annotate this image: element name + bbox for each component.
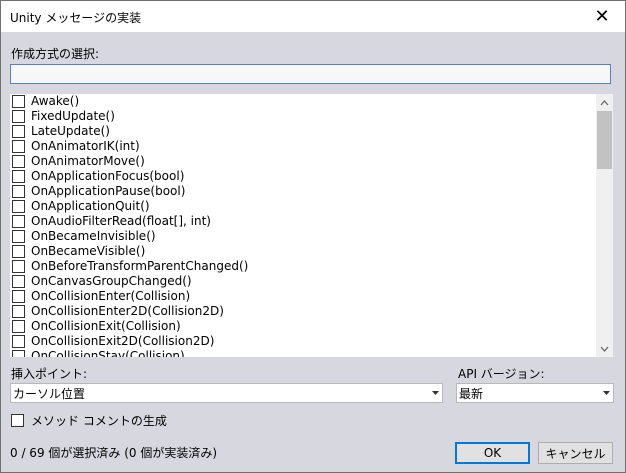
method-list-item[interactable]: OnCollisionStay(Collision): [10, 349, 596, 357]
scroll-up-button[interactable]: [596, 94, 613, 111]
method-list-item[interactable]: OnAnimatorIK(int): [10, 139, 596, 154]
method-checkbox[interactable]: [12, 335, 25, 348]
method-checkbox[interactable]: [12, 305, 25, 318]
method-label: OnCollisionExit2D(Collision2D): [31, 334, 215, 348]
method-checkbox[interactable]: [12, 95, 25, 108]
scroll-down-button[interactable]: [596, 340, 613, 357]
method-label: OnCollisionStay(Collision): [31, 349, 185, 357]
title-bar: Unity メッセージの実装 ✕: [1, 1, 625, 32]
method-label: FixedUpdate(): [31, 109, 115, 123]
method-checkbox[interactable]: [12, 110, 25, 123]
method-checkbox[interactable]: [12, 215, 25, 228]
api-version-select[interactable]: 最新: [456, 383, 614, 403]
method-label: OnApplicationFocus(bool): [31, 169, 185, 183]
close-button[interactable]: ✕: [579, 1, 625, 32]
method-list-item[interactable]: OnCollisionExit(Collision): [10, 319, 596, 334]
method-list-item[interactable]: OnCollisionEnter2D(Collision2D): [10, 304, 596, 319]
method-label: OnCollisionEnter(Collision): [31, 289, 191, 303]
cancel-button[interactable]: キャンセル: [538, 442, 613, 464]
method-label: OnBeforeTransformParentChanged(): [31, 259, 249, 273]
method-list-item[interactable]: OnApplicationFocus(bool): [10, 169, 596, 184]
method-label: OnBecameInvisible(): [31, 229, 156, 243]
chevron-down-icon: [428, 384, 442, 402]
method-label: OnAnimatorMove(): [31, 154, 145, 168]
generate-comments-row[interactable]: メソッド コメントの生成: [11, 412, 167, 429]
generate-comments-checkbox[interactable]: [11, 414, 24, 427]
method-checkbox[interactable]: [12, 320, 25, 333]
method-label: OnCollisionEnter2D(Collision2D): [31, 304, 224, 318]
api-version-label: API バージョン:: [458, 367, 545, 381]
selection-status: 0 / 69 個が選択済み (0 個が実装済み): [10, 446, 218, 460]
close-icon: ✕: [594, 6, 610, 27]
api-version-value: 最新: [459, 386, 484, 401]
method-label: Awake(): [31, 94, 80, 108]
method-list-item[interactable]: OnBecameVisible(): [10, 244, 596, 259]
method-checkbox[interactable]: [12, 185, 25, 198]
method-label: OnApplicationQuit(): [31, 199, 150, 213]
method-list-item[interactable]: OnBeforeTransformParentChanged(): [10, 259, 596, 274]
ok-button[interactable]: OK: [455, 442, 530, 464]
method-list-item[interactable]: OnApplicationPause(bool): [10, 184, 596, 199]
method-list-item[interactable]: OnApplicationQuit(): [10, 199, 596, 214]
method-list-items: Awake() FixedUpdate() LateUpdate() OnAnimat…: [10, 94, 596, 357]
dialog-window: Unity メッセージの実装 ✕ 作成方式の選択: Awake() FixedUp…: [0, 0, 626, 473]
method-checkbox[interactable]: [12, 350, 25, 357]
method-checkbox[interactable]: [12, 155, 25, 168]
chevron-down-icon: [600, 346, 609, 352]
method-checkbox[interactable]: [12, 245, 25, 258]
method-label: OnAudioFilterRead(float[], int): [31, 214, 211, 228]
chevron-down-icon: [599, 384, 613, 402]
method-checkbox[interactable]: [12, 230, 25, 243]
method-list-item[interactable]: LateUpdate(): [10, 124, 596, 139]
method-checkbox[interactable]: [12, 125, 25, 138]
method-checkbox[interactable]: [12, 290, 25, 303]
insertion-point-select[interactable]: カーソル位置: [10, 383, 443, 403]
method-list-scrollbar[interactable]: [596, 94, 613, 357]
method-search-input[interactable]: [10, 64, 611, 84]
method-checkbox[interactable]: [12, 275, 25, 288]
method-label: LateUpdate(): [31, 124, 110, 138]
method-label: OnCanvasGroupChanged(): [31, 274, 192, 288]
method-label: OnCollisionExit(Collision): [31, 319, 181, 333]
method-list-item[interactable]: OnCollisionEnter(Collision): [10, 289, 596, 304]
method-checkbox[interactable]: [12, 170, 25, 183]
scrollbar-thumb[interactable]: [597, 111, 612, 169]
method-list-item[interactable]: Awake(): [10, 94, 596, 109]
method-list-item[interactable]: OnBecameInvisible(): [10, 229, 596, 244]
chevron-up-icon: [600, 99, 609, 105]
method-checkbox[interactable]: [12, 260, 25, 273]
generate-comments-label: メソッド コメントの生成: [31, 414, 167, 428]
method-list-item[interactable]: OnCollisionExit2D(Collision2D): [10, 334, 596, 349]
insertion-point-value: カーソル位置: [13, 386, 86, 401]
method-checkbox[interactable]: [12, 140, 25, 153]
method-label: OnApplicationPause(bool): [31, 184, 186, 198]
method-list-item[interactable]: OnAudioFilterRead(float[], int): [10, 214, 596, 229]
insertion-point-label: 挿入ポイント:: [11, 367, 88, 381]
method-list-item[interactable]: OnAnimatorMove(): [10, 154, 596, 169]
method-selection-label: 作成方式の選択:: [11, 47, 100, 61]
method-list-item[interactable]: FixedUpdate(): [10, 109, 596, 124]
method-checkbox[interactable]: [12, 200, 25, 213]
method-list-item[interactable]: OnCanvasGroupChanged(): [10, 274, 596, 289]
method-label: OnAnimatorIK(int): [31, 139, 140, 153]
method-list[interactable]: Awake() FixedUpdate() LateUpdate() OnAnimat…: [10, 94, 613, 357]
window-title: Unity メッセージの実装: [10, 11, 142, 25]
method-label: OnBecameVisible(): [31, 244, 146, 258]
